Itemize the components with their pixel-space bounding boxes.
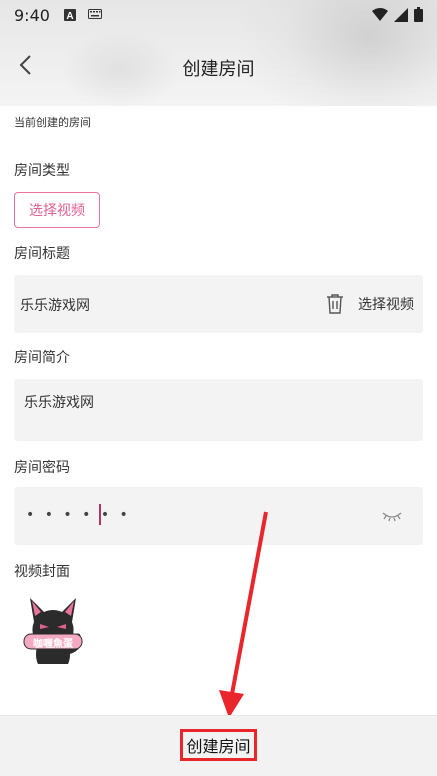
- room-type-label: 房间类型: [14, 163, 70, 179]
- room-password-label: 房间密码: [14, 460, 70, 476]
- text-cursor: [99, 504, 101, 525]
- video-cover-image[interactable]: 咖喱魚蛋: [20, 592, 86, 668]
- room-password-input[interactable]: • • • • • •: [14, 487, 423, 545]
- svg-text:A: A: [66, 11, 73, 21]
- current-room-label: 当前创建的房间: [14, 116, 91, 129]
- status-bar: 9:40 A: [0, 0, 437, 30]
- room-intro-value: 乐乐游戏网: [24, 395, 94, 411]
- signal-icon: [394, 7, 408, 26]
- page-title: 创建房间: [182, 59, 255, 80]
- bottom-bar: 创建房间: [0, 715, 437, 776]
- room-intro-input[interactable]: 乐乐游戏网: [14, 379, 423, 441]
- battery-icon: [414, 7, 423, 26]
- status-time: 9:40: [14, 5, 50, 25]
- select-video-button[interactable]: 选择视频: [14, 192, 100, 228]
- create-room-button[interactable]: 创建房间: [180, 729, 257, 761]
- room-title-value: 乐乐游戏网: [20, 298, 90, 314]
- room-title-input[interactable]: 乐乐游戏网 选择视频: [14, 275, 423, 333]
- keyboard-icon: [87, 9, 102, 21]
- cover-text: 咖喱魚蛋: [33, 639, 73, 650]
- nav-bar: 创建房间: [0, 40, 437, 96]
- eye-off-icon[interactable]: [381, 509, 403, 523]
- wifi-icon: [372, 7, 388, 26]
- header-background: 9:40 A 创建房间: [0, 0, 437, 106]
- password-masked-value: • • • • • •: [26, 507, 131, 523]
- room-title-label: 房间标题: [14, 246, 70, 262]
- room-intro-label: 房间简介: [14, 350, 70, 366]
- title-select-video-button[interactable]: 选择视频: [358, 294, 414, 314]
- trash-icon[interactable]: [325, 293, 345, 315]
- video-cover-label: 视频封面: [14, 564, 70, 580]
- a-letter-icon: A: [63, 9, 76, 21]
